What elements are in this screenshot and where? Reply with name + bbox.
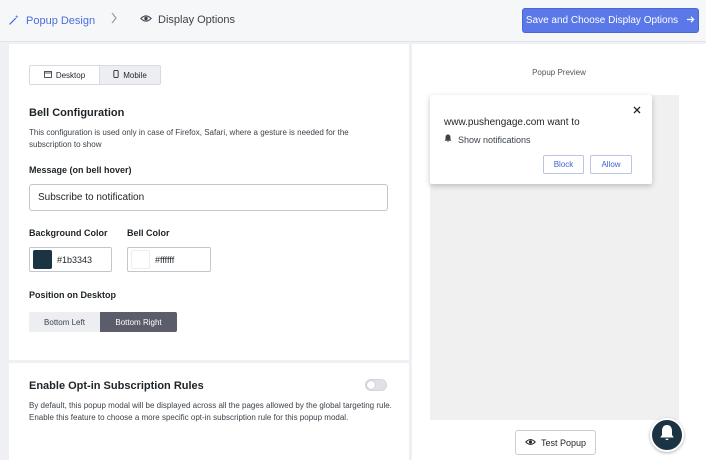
breadcrumb-popup-design-label: Popup Design [26,15,96,27]
popup-preview-title: Popup Preview [532,68,586,77]
bell-icon [659,424,675,447]
desktop-icon [44,70,52,80]
position-bottom-right[interactable]: Bottom Right [100,312,177,332]
block-button[interactable]: Block [543,155,584,174]
opt-in-rules-panel: Enable Opt-in Subscription Rules By defa… [9,363,409,460]
breadcrumb-display-options-label: Display Options [158,14,236,26]
toggle-knob [367,381,375,389]
eye-icon [525,438,536,448]
position-bottom-left[interactable]: Bottom Left [29,312,100,332]
show-notifications-label: Show notifications [458,134,531,145]
eye-icon [140,14,152,26]
bell-configuration-panel: Desktop Mobile Bell Configuration This c… [9,44,409,360]
breadcrumb-popup-design[interactable]: Popup Design [9,14,95,28]
popup-site-text: www.pushengage.com want to [444,117,580,128]
test-popup-label: Test Popup [540,437,587,448]
message-input-value: Subscribe to notification [38,192,145,203]
opt-in-rules-title: Enable Opt-in Subscription Rules [29,380,204,392]
message-input[interactable]: Subscribe to notification [29,184,388,211]
background-color-value: #1b3343 [57,254,93,265]
bell-configuration-title: Bell Configuration [29,107,125,119]
bell-color-value: #ffffff [155,254,175,265]
background-color-label: Background Color [29,228,108,238]
position-on-desktop-label: Position on Desktop [29,290,117,300]
bell-color-swatch[interactable] [131,250,150,269]
breadcrumb-display-options[interactable]: Display Options [140,14,235,26]
magic-wand-icon [9,14,20,28]
save-and-choose-display-options-button[interactable]: Save and Choose Display Options [522,8,699,33]
desktop-tab[interactable]: Desktop [30,66,100,84]
save-button-label: Save and Choose Display Options [525,15,679,26]
popup-preview-panel: Popup Preview www.pushengage.com want to… [412,44,706,460]
mobile-tab[interactable]: Mobile [100,66,160,84]
message-label: Message (on bell hover) [29,165,132,175]
mobile-tab-label: Mobile [123,70,147,80]
opt-in-rules-description: By default, this popup modal will be dis… [29,401,392,422]
notification-popup: www.pushengage.com want to Show notifica… [430,95,652,184]
background-color-field[interactable]: #1b3343 [29,247,112,272]
background-color-swatch[interactable] [33,250,52,269]
arrow-right-icon [686,15,695,27]
chevron-right-icon [110,12,118,27]
test-popup-button[interactable]: Test Popup [515,430,596,455]
position-toggle: Bottom Left Bottom Right [29,312,177,332]
mobile-icon [113,70,119,80]
device-toggle: Desktop Mobile [29,65,161,85]
bell-color-field[interactable]: #ffffff [127,247,211,272]
popup-show-notifications: Show notifications [444,134,531,145]
top-bar: Popup Design Display Options Save and Ch… [0,0,706,42]
notification-bell-button[interactable] [650,418,684,452]
desktop-tab-label: Desktop [55,70,86,80]
opt-in-rules-toggle[interactable] [365,379,387,391]
allow-button[interactable]: Allow [590,155,632,174]
bell-color-label: Bell Color [127,228,170,238]
bell-configuration-description: This configuration is used only in case … [29,128,349,149]
close-icon[interactable] [633,105,641,117]
bell-small-icon [444,134,452,145]
